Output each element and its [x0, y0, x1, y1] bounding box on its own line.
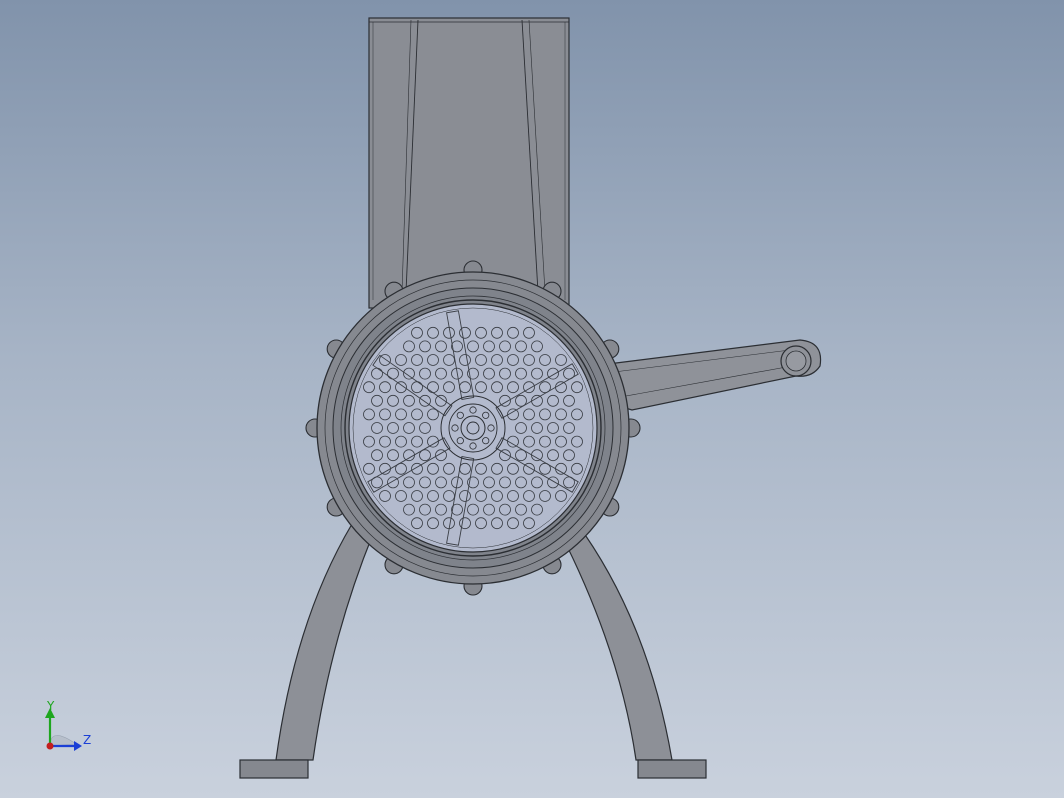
crank-handle[interactable] — [607, 339, 822, 411]
left-leg — [275, 523, 374, 761]
triad-x-axis — [46, 742, 54, 750]
right-leg — [559, 521, 673, 761]
right-foot — [637, 759, 707, 779]
orientation-triad: Y Z — [36, 696, 96, 756]
left-foot — [239, 759, 309, 779]
housing — [316, 271, 630, 585]
triad-y-label: Y — [47, 699, 55, 713]
triad-z-label: Z — [83, 733, 92, 747]
graphics-viewport[interactable]: Y Z — [0, 0, 1064, 798]
triad-plane — [49, 735, 77, 747]
grinder-model[interactable] — [0, 0, 1064, 798]
